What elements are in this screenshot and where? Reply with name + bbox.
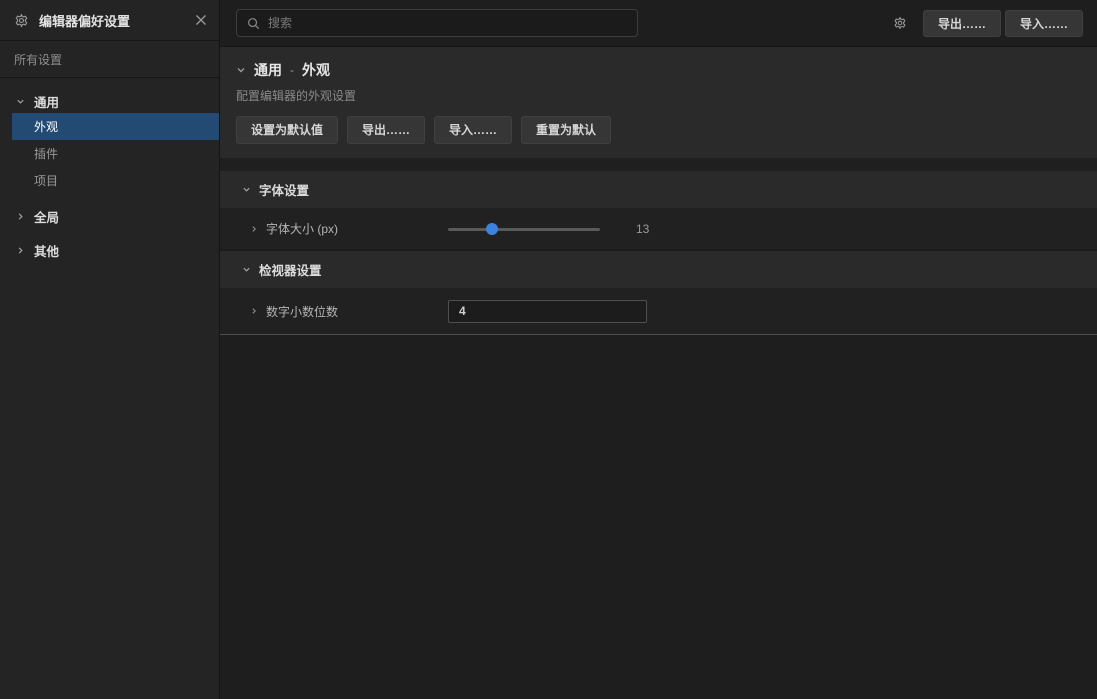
action-buttons: 设置为默认值 导出…… 导入…… 重置为默认 (236, 116, 1081, 144)
breadcrumb: 通用 - 外观 (236, 59, 1081, 81)
search-box[interactable] (236, 9, 638, 37)
main-panel: 导出…… 导入…… 通用 - 外观 配置编辑器的外观设置 设置为默认值 导出…… (220, 0, 1097, 699)
font-size-value: 13 (636, 222, 649, 236)
chevron-down-icon[interactable] (236, 65, 246, 75)
set-default-button[interactable]: 设置为默认值 (236, 116, 338, 144)
search-icon (247, 17, 260, 30)
chevron-down-icon (242, 185, 251, 194)
setting-row-decimal-places: 数字小数位数 (220, 288, 1097, 334)
chevron-down-icon (12, 97, 28, 106)
search-input[interactable] (268, 16, 608, 30)
group-label: 通用 (34, 92, 59, 111)
chevron-right-icon (12, 246, 28, 255)
preferences-window: 编辑器偏好设置 所有设置 通用 外观 插件 (0, 0, 1097, 699)
section-header-inspector[interactable]: 检视器设置 (220, 251, 1097, 288)
sidebar-header: 编辑器偏好设置 (0, 0, 219, 41)
sidebar-item-plugins[interactable]: 插件 (12, 140, 219, 167)
slider-track[interactable] (448, 228, 600, 231)
topbar: 导出…… 导入…… (220, 0, 1097, 47)
item-label: 项目 (34, 172, 58, 189)
chevron-right-icon[interactable] (250, 307, 258, 315)
setting-row-font-size: 字体大小 (px) 13 (220, 208, 1097, 249)
sidebar-nav: 通用 外观 插件 项目 全局 其 (0, 78, 219, 262)
setting-label: 数字小数位数 (266, 303, 448, 320)
export-button[interactable]: 导出…… (347, 116, 425, 144)
chevron-right-icon (12, 212, 28, 221)
group-label: 其他 (34, 241, 59, 260)
page-description: 配置编辑器的外观设置 (236, 87, 1081, 103)
sidebar: 编辑器偏好设置 所有设置 通用 外观 插件 (0, 0, 220, 699)
decimal-places-input[interactable] (448, 300, 647, 323)
setting-label: 字体大小 (px) (266, 220, 448, 237)
chevron-down-icon (242, 265, 251, 274)
close-icon[interactable] (195, 14, 207, 26)
sidebar-item-appearance[interactable]: 外观 (12, 113, 219, 140)
import-button-top[interactable]: 导入…… (1005, 10, 1083, 37)
export-button-top[interactable]: 导出…… (923, 10, 1001, 37)
section-header-font[interactable]: 字体设置 (220, 171, 1097, 208)
sidebar-item-project[interactable]: 项目 (12, 167, 219, 194)
group-label: 全局 (34, 207, 59, 226)
chevron-right-icon[interactable] (250, 225, 258, 233)
all-settings-label: 所有设置 (14, 51, 62, 68)
import-button[interactable]: 导入…… (434, 116, 512, 144)
topbar-right: 导出…… 导入…… (893, 10, 1083, 37)
sidebar-group-other[interactable]: 其他 (0, 238, 219, 262)
slider-thumb[interactable] (486, 223, 498, 235)
font-size-slider[interactable] (448, 222, 600, 236)
content-header: 通用 - 外观 配置编辑器的外观设置 设置为默认值 导出…… 导入…… 重置为默… (220, 47, 1097, 158)
breadcrumb-group: 通用 (254, 60, 282, 80)
sidebar-group-general[interactable]: 通用 (0, 89, 219, 113)
gear-icon (14, 13, 29, 28)
sidebar-group-global[interactable]: 全局 (0, 204, 219, 228)
section-title: 检视器设置 (259, 260, 322, 279)
item-label: 外观 (34, 118, 58, 135)
settings-gear-icon[interactable] (893, 16, 907, 30)
section-title: 字体设置 (259, 180, 309, 199)
content-area: 通用 - 外观 配置编辑器的外观设置 设置为默认值 导出…… 导入…… 重置为默… (220, 47, 1097, 699)
settings-sections: 字体设置 字体大小 (px) 13 (220, 171, 1097, 335)
page-title: 外观 (302, 60, 330, 80)
reset-default-button[interactable]: 重置为默认 (521, 116, 611, 144)
window-title: 编辑器偏好设置 (39, 11, 195, 30)
sidebar-item-all-settings[interactable]: 所有设置 (0, 41, 219, 78)
item-label: 插件 (34, 145, 58, 162)
breadcrumb-separator: - (290, 63, 294, 77)
